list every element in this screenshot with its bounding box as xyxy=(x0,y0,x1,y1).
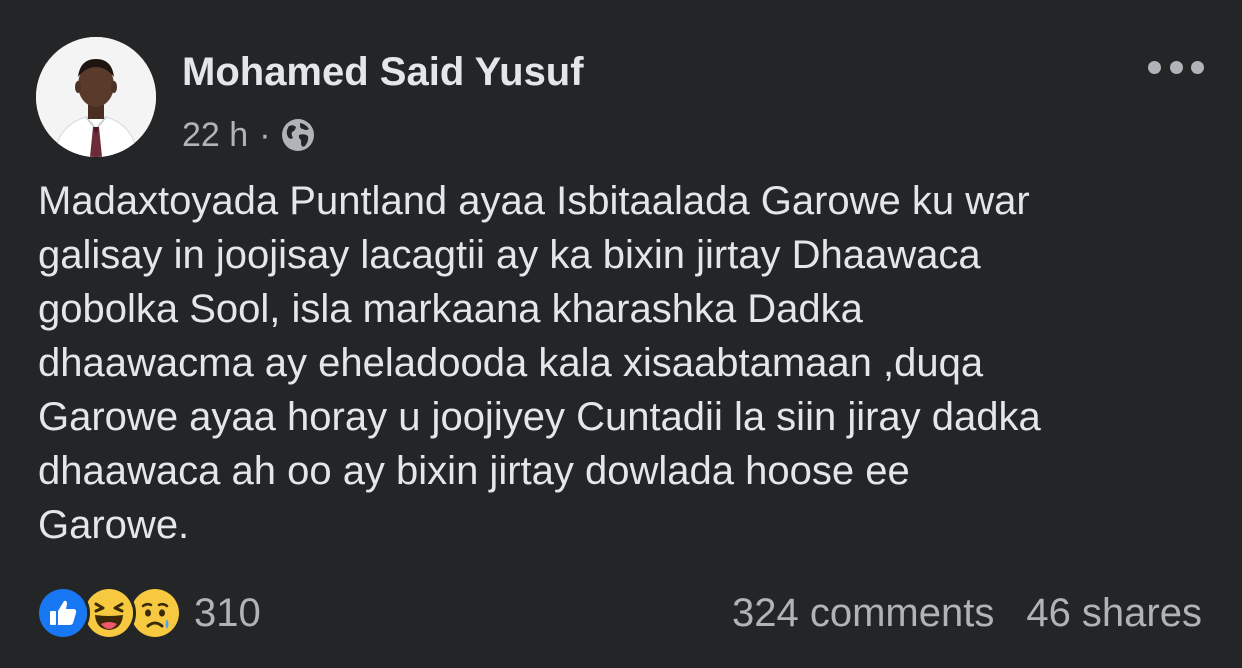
reactions-summary[interactable]: 310 xyxy=(36,586,261,640)
author-name[interactable]: Mohamed Said Yusuf xyxy=(182,50,584,95)
sad-reaction-icon xyxy=(128,586,182,640)
globe-icon[interactable] xyxy=(280,117,316,153)
meta-separator: · xyxy=(259,115,271,154)
author-avatar[interactable] xyxy=(36,37,156,157)
post-meta: 22 h · xyxy=(182,113,316,157)
post-timestamp[interactable]: 22 h xyxy=(182,116,248,155)
post-stats: 324 comments 46 shares xyxy=(732,588,1202,638)
haha-reaction-icon xyxy=(82,586,136,640)
reactions-count[interactable]: 310 xyxy=(194,591,261,636)
post-text: Madaxtoyada Puntland ayaa Isbitaalada Ga… xyxy=(38,179,1041,547)
comments-count[interactable]: 324 comments xyxy=(732,591,994,636)
more-options-icon[interactable] xyxy=(1148,56,1204,78)
shares-count[interactable]: 46 shares xyxy=(1026,591,1202,636)
like-reaction-icon xyxy=(36,586,90,640)
post-card: Mohamed Said Yusuf 22 h · Madaxtoyada Pu… xyxy=(0,0,1242,668)
